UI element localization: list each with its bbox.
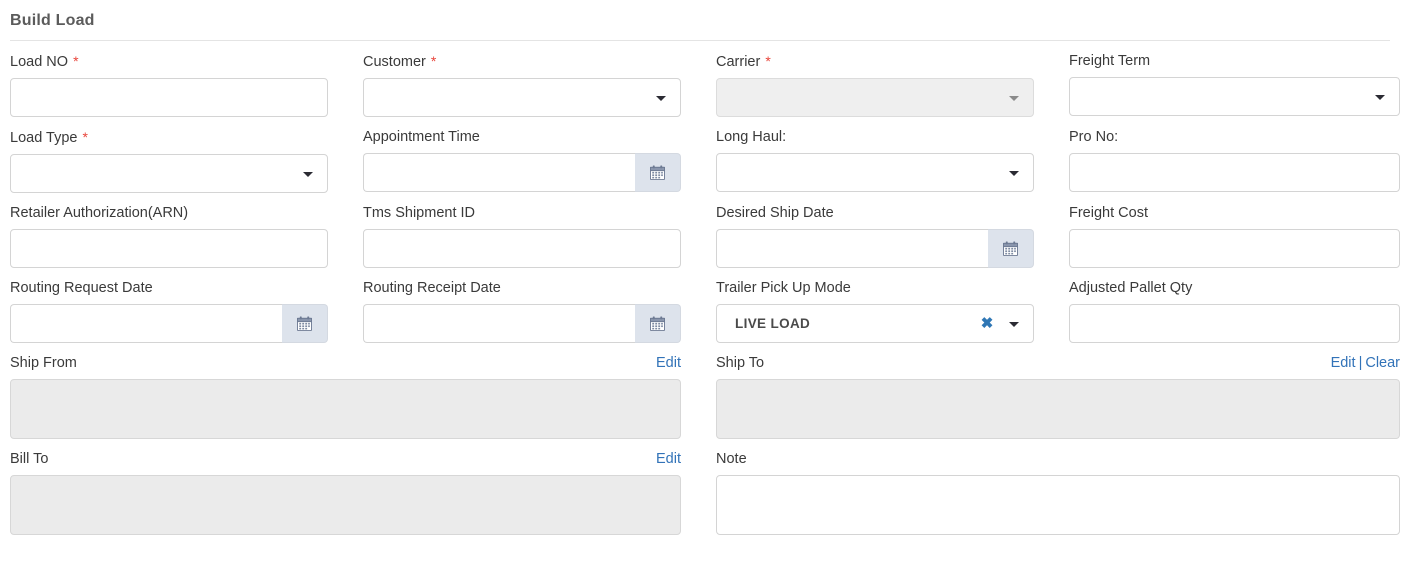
- freight-term-label: Freight Term: [1069, 41, 1400, 77]
- carrier-label: Carrier *: [716, 41, 1034, 78]
- calendar-icon: [1003, 241, 1018, 256]
- build-load-form: Load NO * Customer * Carrier * Freight Term…: [0, 41, 1413, 343]
- trailer-pick-up-mode-select[interactable]: LIVE LOAD ✖: [716, 304, 1034, 343]
- ship-to-textarea[interactable]: [716, 379, 1400, 439]
- bill-to-textarea[interactable]: [10, 475, 681, 535]
- chevron-down-icon: [1375, 95, 1385, 100]
- load-no-input[interactable]: [10, 78, 328, 117]
- tms-shipment-id-label: Tms Shipment ID: [363, 193, 681, 229]
- customer-select[interactable]: [363, 78, 681, 117]
- long-haul-select[interactable]: [716, 153, 1034, 192]
- trailer-pick-up-mode-clear-icon[interactable]: ✖: [979, 316, 995, 332]
- carrier-select: [716, 78, 1034, 117]
- appointment-time-input[interactable]: [363, 153, 635, 192]
- required-asterisk: *: [72, 53, 78, 69]
- ship-from-links: Edit: [656, 354, 681, 372]
- bill-to-edit-link[interactable]: Edit: [656, 451, 681, 467]
- retailer-authorizationarn-label: Retailer Authorization(ARN): [10, 193, 328, 229]
- field-pro-no: Pro No:: [1069, 117, 1413, 193]
- bill-to-label: Bill To: [10, 450, 48, 468]
- routing-request-date-calendar-button[interactable]: [282, 304, 328, 343]
- desired-ship-date-input[interactable]: [716, 229, 988, 268]
- desired-ship-date-calendar-button[interactable]: [988, 229, 1034, 268]
- field-carrier: Carrier *: [716, 41, 1069, 117]
- trailer-pick-up-mode-selected-value: LIVE LOAD: [735, 305, 810, 342]
- calendar-icon: [297, 316, 312, 331]
- field-load-type: Load Type *: [10, 117, 363, 193]
- retailer-authorizationarn-input[interactable]: [10, 229, 328, 268]
- load-no-label: Load NO *: [10, 41, 328, 78]
- address-row-2: Bill To Edit Note: [0, 439, 1413, 535]
- ship-to-group: Ship To Edit|Clear: [716, 343, 1413, 439]
- routing-receipt-date-group: [363, 304, 681, 343]
- note-textarea[interactable]: [716, 475, 1400, 535]
- appointment-time-group: [363, 153, 681, 192]
- appointment-time-label: Appointment Time: [363, 117, 681, 153]
- pro-no-input[interactable]: [1069, 153, 1400, 192]
- appointment-time-calendar-button[interactable]: [635, 153, 681, 192]
- bill-to-links: Edit: [656, 450, 681, 468]
- field-routing-request-date: Routing Request Date: [10, 268, 363, 343]
- routing-receipt-date-calendar-button[interactable]: [635, 304, 681, 343]
- link-separator: |: [1356, 355, 1366, 371]
- field-freight-cost: Freight Cost: [1069, 193, 1413, 268]
- field-customer: Customer *: [363, 41, 716, 117]
- trailer-pick-up-mode-label: Trailer Pick Up Mode: [716, 268, 1034, 304]
- ship-to-label: Ship To: [716, 354, 764, 372]
- build-load-page: Build Load Load NO * Customer * Carrier * F…: [0, 0, 1413, 583]
- ship-to-links: Edit|Clear: [1331, 354, 1400, 372]
- chevron-down-icon: [303, 172, 313, 177]
- field-adjusted-pallet-qty: Adjusted Pallet Qty: [1069, 268, 1413, 343]
- field-freight-term: Freight Term: [1069, 41, 1413, 117]
- required-asterisk: *: [82, 129, 88, 145]
- calendar-icon: [650, 165, 665, 180]
- desired-ship-date-group: [716, 229, 1034, 268]
- load-type-label: Load Type *: [10, 117, 328, 154]
- calendar-icon: [650, 316, 665, 331]
- bill-to-group: Bill To Edit: [10, 439, 716, 535]
- pro-no-label: Pro No:: [1069, 117, 1400, 153]
- ship-to-edit-link[interactable]: Edit: [1331, 355, 1356, 371]
- routing-request-date-input[interactable]: [10, 304, 282, 343]
- freight-term-select[interactable]: [1069, 77, 1400, 116]
- freight-cost-label: Freight Cost: [1069, 193, 1400, 229]
- chevron-down-icon: [656, 96, 666, 101]
- long-haul-label: Long Haul:: [716, 117, 1034, 153]
- field-retailer-authorizationarn: Retailer Authorization(ARN): [10, 193, 363, 268]
- ship-from-textarea[interactable]: [10, 379, 681, 439]
- adjusted-pallet-qty-input[interactable]: [1069, 304, 1400, 343]
- tms-shipment-id-input[interactable]: [363, 229, 681, 268]
- ship-from-group: Ship From Edit: [10, 343, 716, 439]
- field-trailer-pick-up-mode: Trailer Pick Up ModeLIVE LOAD ✖: [716, 268, 1069, 343]
- field-routing-receipt-date: Routing Receipt Date: [363, 268, 716, 343]
- routing-receipt-date-input[interactable]: [363, 304, 635, 343]
- chevron-down-icon: [1009, 322, 1019, 327]
- field-appointment-time: Appointment Time: [363, 117, 716, 193]
- ship-from-label: Ship From: [10, 354, 77, 372]
- adjusted-pallet-qty-label: Adjusted Pallet Qty: [1069, 268, 1400, 304]
- customer-label: Customer *: [363, 41, 681, 78]
- freight-cost-input[interactable]: [1069, 229, 1400, 268]
- chevron-down-icon: [1009, 171, 1019, 176]
- desired-ship-date-label: Desired Ship Date: [716, 193, 1034, 229]
- field-desired-ship-date: Desired Ship Date: [716, 193, 1069, 268]
- page-title: Build Load: [10, 11, 1413, 31]
- note-label: Note: [716, 450, 747, 468]
- ship-to-clear-link[interactable]: Clear: [1365, 355, 1400, 371]
- load-type-select[interactable]: [10, 154, 328, 193]
- routing-receipt-date-label: Routing Receipt Date: [363, 268, 681, 304]
- field-tms-shipment-id: Tms Shipment ID: [363, 193, 716, 268]
- field-load-no: Load NO *: [10, 41, 363, 117]
- address-row-1: Ship From Edit Ship To Edit|Clear: [0, 343, 1413, 439]
- note-group: Note: [716, 439, 1413, 535]
- routing-request-date-group: [10, 304, 328, 343]
- field-long-haul: Long Haul:: [716, 117, 1069, 193]
- required-asterisk: *: [430, 53, 436, 69]
- chevron-down-icon: [1009, 96, 1019, 101]
- routing-request-date-label: Routing Request Date: [10, 268, 328, 304]
- ship-from-edit-link[interactable]: Edit: [656, 355, 681, 371]
- required-asterisk: *: [764, 53, 770, 69]
- panel-header: Build Load: [0, 0, 1413, 40]
